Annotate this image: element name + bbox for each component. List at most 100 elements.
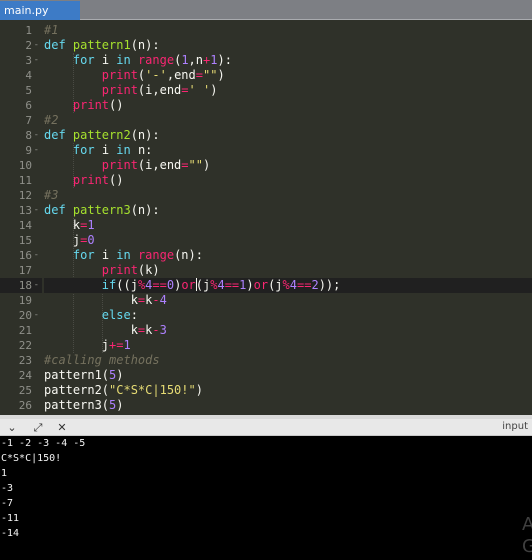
line-number: 7 (0, 113, 42, 128)
line-number-text: 26 (18, 399, 32, 412)
code-line[interactable]: #1 (44, 23, 532, 38)
code-token: print (101, 263, 138, 277)
code-token: ,n (188, 53, 203, 67)
line-number: 9- (0, 143, 42, 158)
line-number-text: 16 (18, 249, 32, 262)
line-number-text: 8 (25, 129, 32, 142)
code-line[interactable]: def pattern1(n): (44, 38, 532, 53)
code-line[interactable]: def pattern2(n): (44, 128, 532, 143)
code-line[interactable]: for i in range(n): (44, 248, 532, 263)
line-number: 14 (0, 218, 42, 233)
code-token: ((j (116, 278, 138, 292)
code-line[interactable]: j=0 (44, 233, 532, 248)
code-token: ): (217, 53, 232, 67)
code-token: j (44, 233, 81, 247)
code-line[interactable]: else: (44, 308, 532, 323)
code-token: for (72, 53, 102, 67)
code-token: or (181, 278, 196, 292)
line-number-text: 22 (18, 339, 32, 352)
code-line[interactable]: k=k-3 (44, 323, 532, 338)
line-number: 16- (0, 248, 42, 263)
code-line[interactable]: print(k) (44, 263, 532, 278)
fold-toggle-icon[interactable]: - (34, 248, 39, 263)
console-output: AG -1 -2 -3 -4 -5 C*S*C|150! 1 -3 -7 -11 -14 (0, 436, 532, 560)
code-line[interactable]: print() (44, 173, 532, 188)
fold-toggle-icon[interactable]: - (34, 203, 39, 218)
input-label[interactable]: input (502, 419, 528, 434)
code-line[interactable]: k=k-4 (44, 293, 532, 308)
fold-toggle-icon[interactable]: - (34, 278, 39, 293)
code-token: == (224, 278, 240, 292)
code-token: 4 (159, 293, 167, 307)
line-number-text: 9 (25, 144, 32, 157)
chevron-down-icon[interactable]: ⌄ (4, 420, 20, 435)
line-number-text: 18 (18, 279, 32, 292)
code-token: = (181, 158, 189, 172)
code-token: range (137, 53, 175, 67)
expand-arrows-icon[interactable]: ⤢ (30, 420, 46, 435)
fold-toggle-icon[interactable]: - (34, 143, 39, 158)
code-line[interactable]: if((j%4==0)or(j%4==1)or(j%4==2)); (44, 278, 532, 293)
code-token: or (253, 278, 269, 292)
line-number: 8- (0, 128, 42, 143)
code-token: k (44, 218, 81, 232)
code-editor[interactable]: 1 2-3-4 5 6 7 8-9-10 11 12 13-14 15 16-17 18-19 20-2… (0, 20, 532, 415)
code-line[interactable]: print(i,end=' ') (44, 83, 532, 98)
code-line[interactable]: #3 (44, 188, 532, 203)
fold-toggle-icon[interactable]: - (34, 38, 39, 53)
code-token: )); (318, 278, 341, 292)
code-token: if (101, 278, 117, 292)
line-number: 15 (0, 233, 42, 248)
code-line[interactable]: for i in n: (44, 143, 532, 158)
line-number: 20- (0, 308, 42, 323)
fold-toggle-icon[interactable]: - (34, 308, 39, 323)
code-token: % (282, 278, 290, 292)
code-token: "" (188, 158, 203, 172)
code-line[interactable]: print() (44, 98, 532, 113)
code-token: (n): (130, 38, 160, 52)
fold-toggle-icon[interactable]: - (34, 53, 39, 68)
code-line[interactable]: #calling methods (44, 353, 532, 368)
code-token: == (152, 278, 167, 292)
line-number-text: 13 (18, 204, 32, 217)
fold-toggle-icon[interactable]: - (34, 128, 39, 143)
code-line[interactable]: pattern1(5) (44, 368, 532, 383)
line-number-text: 3 (25, 54, 32, 67)
code-token: (k) (137, 263, 160, 277)
line-number: 4 (0, 68, 42, 83)
code-line[interactable]: def pattern3(n): (44, 203, 532, 218)
code-token: def (44, 38, 73, 52)
line-number-text: 4 (25, 69, 32, 82)
code-token: ) (246, 278, 254, 292)
code-token: 0 (166, 278, 175, 292)
clear-console-icon[interactable]: ✕ (54, 420, 70, 435)
line-number-text: 17 (18, 264, 32, 277)
code-line[interactable]: for i in range(1,n+1): (44, 53, 532, 68)
code-token: print (72, 98, 110, 112)
code-token: pattern1( (44, 368, 110, 382)
code-line[interactable]: #2 (44, 113, 532, 128)
code-area[interactable]: #1 def pattern1(n): for i in range(1,n+1)… (42, 20, 532, 415)
code-token: ' ' (188, 83, 211, 97)
line-number: 23 (0, 353, 42, 368)
tab-main-py[interactable]: main.py (0, 1, 80, 20)
code-line[interactable]: j+=1 (44, 338, 532, 353)
code-line[interactable]: print('-',end="") (44, 68, 532, 83)
watermark: AG (522, 514, 532, 557)
code-line[interactable]: k=1 (44, 218, 532, 233)
code-line[interactable]: pattern2("C*S*C|150!") (44, 383, 532, 398)
code-line[interactable]: print(i,end="") (44, 158, 532, 173)
code-token: 4 (289, 278, 297, 292)
code-token: 1 (87, 218, 95, 232)
code-token: "C*S*C|150!" (109, 383, 196, 397)
code-line[interactable]: pattern3(5) (44, 398, 532, 413)
code-token: ,end (166, 68, 196, 82)
line-number: 26 (0, 398, 42, 413)
code-token: 1 (123, 338, 131, 352)
line-number: 11 (0, 173, 42, 188)
code-token: ) (116, 368, 124, 382)
